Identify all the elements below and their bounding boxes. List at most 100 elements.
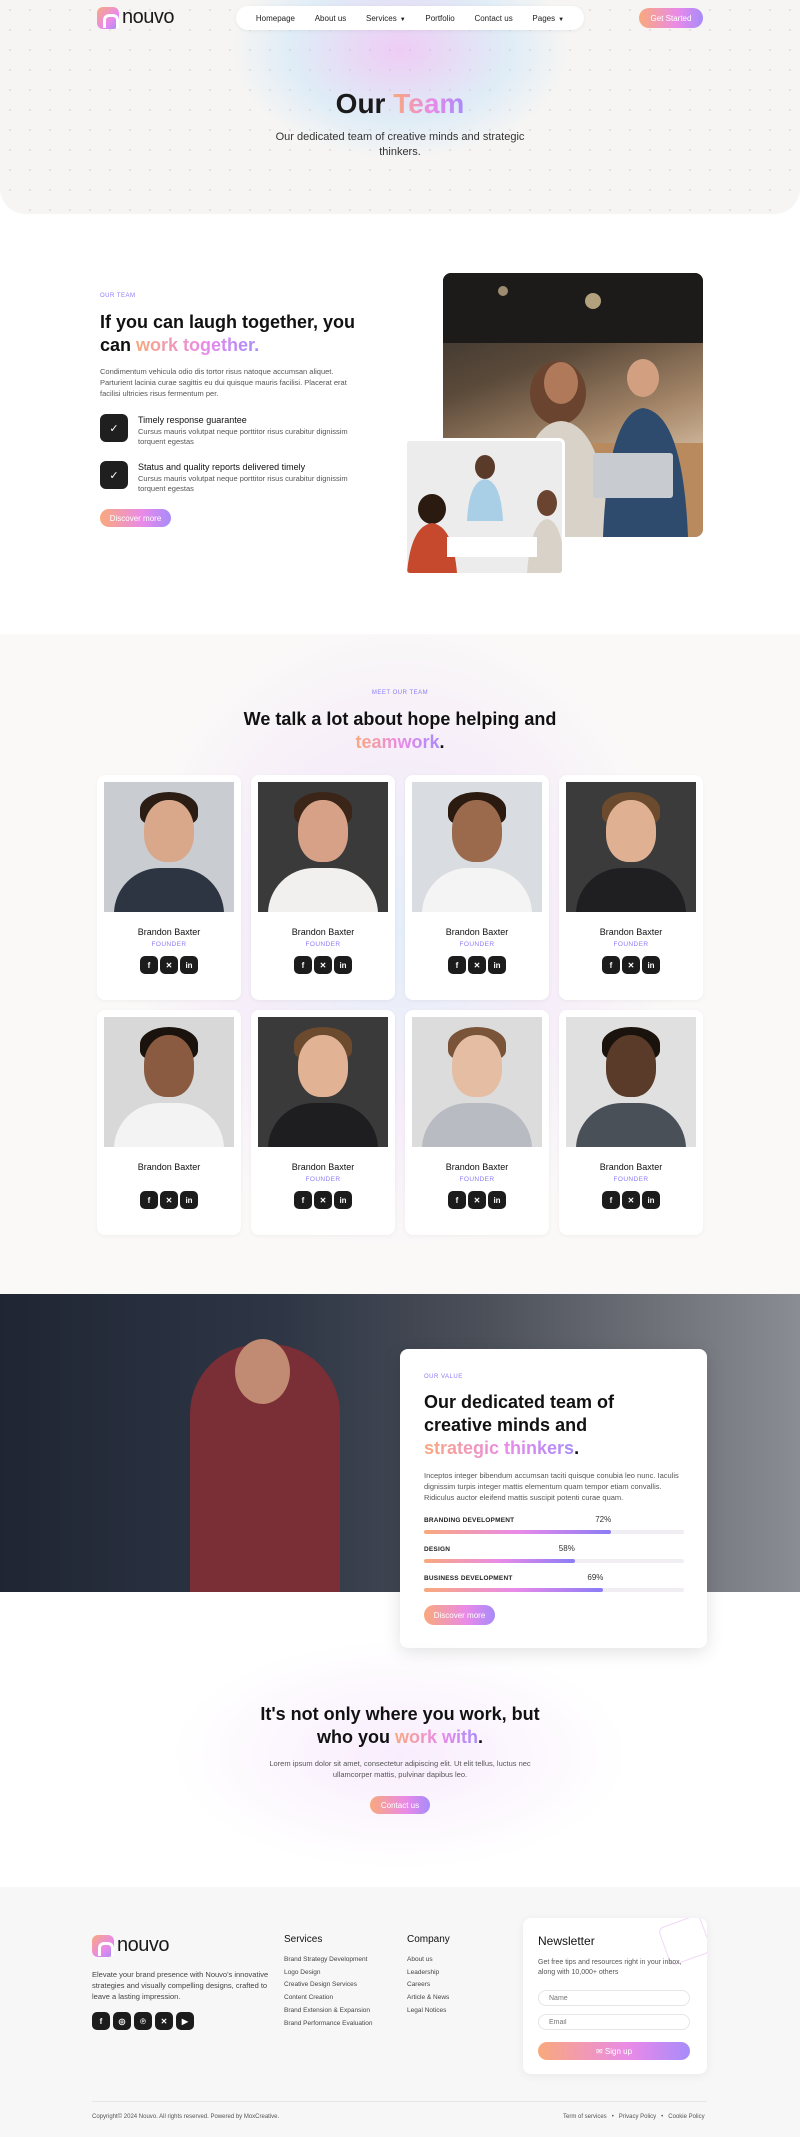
x-icon[interactable]: ✕	[622, 1191, 640, 1209]
skill-bar-track	[424, 1559, 684, 1563]
pinterest-icon[interactable]: ℗	[134, 2012, 152, 2030]
skill-bar-fill	[424, 1588, 604, 1592]
nav-item-pages-label: Pages	[532, 13, 556, 23]
footer-link[interactable]: About us	[407, 1956, 433, 1963]
photo-face	[452, 1035, 502, 1097]
facebook-icon[interactable]: f	[602, 956, 620, 974]
cta-title: It's not only where you work, but who yo…	[240, 1703, 560, 1749]
footer-divider	[92, 2101, 707, 2102]
x-icon[interactable]: ✕	[314, 956, 332, 974]
team-member-name: Brandon Baxter	[137, 927, 201, 937]
linkedin-icon[interactable]: in	[488, 1191, 506, 1209]
team-card[interactable]: Brandon Baxter FOUNDER f ✕ in	[97, 775, 241, 1000]
team-card[interactable]: Brandon Baxter FOUNDER f ✕ in	[251, 1010, 395, 1235]
x-icon[interactable]: ✕	[468, 956, 486, 974]
page-title-plain: Our	[335, 88, 386, 119]
footer-link[interactable]: Creative Design Services	[284, 1981, 357, 1988]
skill-bar-percent: 58%	[558, 1544, 575, 1553]
nav-item-about[interactable]: About us	[315, 14, 347, 23]
check-icon: ✓	[100, 461, 128, 489]
footer-link[interactable]: Brand Performance Evaluation	[284, 2020, 373, 2027]
team-member-role: FOUNDER	[151, 941, 187, 948]
linkedin-icon[interactable]: in	[488, 956, 506, 974]
footer-link[interactable]: Legal Notices	[407, 2007, 446, 2014]
get-started-button[interactable]: Get Started	[639, 8, 703, 28]
footer-link[interactable]: Article & News	[407, 1994, 449, 2001]
team-card[interactable]: Brandon Baxter FOUNDER f ✕ in	[559, 1010, 703, 1235]
legal-link-privacy[interactable]: Privacy Policy	[619, 2114, 656, 2120]
feature-item: ✓ Timely response guarantee Cursus mauri…	[100, 414, 360, 446]
feature-title: Status and quality reports delivered tim…	[138, 462, 306, 472]
nav-item-pages[interactable]: Pages ▼	[532, 14, 564, 23]
footer-link[interactable]: Careers	[407, 1981, 430, 1988]
instagram-icon[interactable]: ◎	[113, 2012, 131, 2030]
value-text: Inceptos integer bibendum accumsan tacit…	[424, 1471, 679, 1502]
linkedin-icon[interactable]: in	[642, 956, 660, 974]
discover-more-button[interactable]: Discover more	[424, 1605, 495, 1625]
footer-logo[interactable]: nouvo	[92, 1934, 170, 1957]
footer-link[interactable]: Logo Design	[284, 1969, 321, 1976]
team-member-role: FOUNDER	[459, 1176, 495, 1183]
newsletter-card: Newsletter Get free tips and resources r…	[523, 1918, 707, 2074]
team-card[interactable]: Brandon Baxter FOUNDER f ✕ in	[251, 775, 395, 1000]
facebook-icon[interactable]: f	[294, 956, 312, 974]
nav-item-homepage[interactable]: Homepage	[256, 14, 295, 23]
team-member-role: FOUNDER	[613, 941, 649, 948]
legal-link-terms[interactable]: Term of services	[563, 2114, 607, 2120]
team-card[interactable]: Brandon Baxter f ✕ in	[97, 1010, 241, 1235]
facebook-icon[interactable]: f	[448, 956, 466, 974]
team-member-role: FOUNDER	[459, 941, 495, 948]
linkedin-icon[interactable]: in	[334, 956, 352, 974]
x-icon[interactable]: ✕	[160, 956, 178, 974]
x-icon[interactable]: ✕	[468, 1191, 486, 1209]
youtube-icon[interactable]: ▶	[176, 2012, 194, 2030]
team-title-end: .	[439, 732, 445, 752]
team-card[interactable]: Brandon Baxter FOUNDER f ✕ in	[559, 775, 703, 1000]
x-icon[interactable]: ✕	[155, 2012, 173, 2030]
footer-link[interactable]: Content Creation	[284, 1994, 333, 2001]
x-icon[interactable]: ✕	[622, 956, 640, 974]
facebook-icon[interactable]: f	[92, 2012, 110, 2030]
newsletter-email-input[interactable]	[538, 2014, 690, 2030]
legal-link-cookie[interactable]: Cookie Policy	[668, 2114, 704, 2120]
discover-more-button[interactable]: Discover more	[100, 509, 171, 527]
linkedin-icon[interactable]: in	[642, 1191, 660, 1209]
team-member-role: FOUNDER	[305, 941, 341, 948]
team-member-name: Brandon Baxter	[137, 1162, 201, 1172]
value-title-plain: Our dedicated team of creative minds and	[424, 1392, 615, 1435]
x-icon[interactable]: ✕	[314, 1191, 332, 1209]
legal-links: Term of services • Privacy Policy • Cook…	[563, 2114, 705, 2120]
facebook-icon[interactable]: f	[140, 956, 158, 974]
facebook-icon[interactable]: f	[294, 1191, 312, 1209]
main-nav: Homepage About us Services ▼ Portfolio Co…	[236, 6, 584, 30]
skill-bar-track	[424, 1588, 684, 1592]
newsletter-name-input[interactable]	[538, 1990, 690, 2006]
feature-desc: Cursus mauris volutpat neque porttitor r…	[138, 427, 348, 446]
contact-us-button[interactable]: Contact us	[370, 1796, 430, 1814]
linkedin-icon[interactable]: in	[180, 1191, 198, 1209]
linkedin-icon[interactable]: in	[334, 1191, 352, 1209]
facebook-icon[interactable]: f	[140, 1191, 158, 1209]
team-card[interactable]: Brandon Baxter FOUNDER f ✕ in	[405, 775, 549, 1000]
facebook-icon[interactable]: f	[448, 1191, 466, 1209]
team-card[interactable]: Brandon Baxter FOUNDER f ✕ in	[405, 1010, 549, 1235]
footer-link[interactable]: Brand Extension & Expansion	[284, 2007, 370, 2014]
photo-clothing	[268, 868, 378, 912]
header-logo[interactable]: nouvo	[97, 6, 175, 29]
footer-description: Elevate your brand presence with Nouvo's…	[92, 1970, 269, 2001]
linkedin-icon[interactable]: in	[180, 956, 198, 974]
footer-services-title: Services	[284, 1934, 323, 1945]
footer-company-title: Company	[407, 1934, 450, 1945]
nav-item-services-label: Services	[366, 13, 397, 23]
footer-link[interactable]: Leadership	[407, 1969, 439, 1976]
nav-item-portfolio[interactable]: Portfolio	[425, 14, 454, 23]
skill-bar: DESIGN 58%	[424, 1544, 684, 1576]
nav-item-services[interactable]: Services ▼	[366, 14, 406, 23]
footer-link[interactable]: Brand Strategy Development	[284, 1956, 367, 1963]
value-title-end: .	[574, 1438, 580, 1458]
nav-item-contact[interactable]: Contact us	[474, 14, 512, 23]
sign-up-button[interactable]: ✉ Sign up	[538, 2042, 690, 2060]
x-icon[interactable]: ✕	[160, 1191, 178, 1209]
facebook-icon[interactable]: f	[602, 1191, 620, 1209]
team-member-photo	[566, 782, 696, 912]
